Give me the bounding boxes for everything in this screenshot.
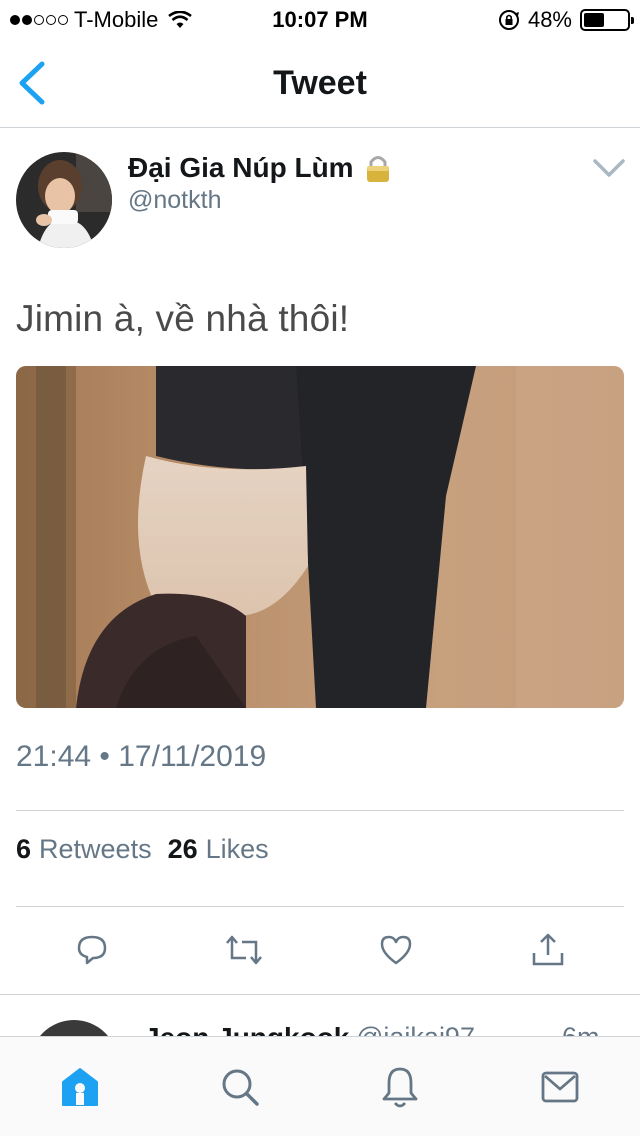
lock-icon	[366, 156, 389, 182]
tweet-stats: 6 Retweets 26 Likes	[16, 834, 269, 865]
avatar[interactable]	[16, 152, 112, 248]
messages-icon	[541, 1071, 579, 1103]
battery-fill	[584, 13, 605, 27]
like-icon	[380, 935, 412, 965]
reply-preview[interactable]: Jeon Jungkook @jaikai97 6m	[0, 996, 640, 1036]
retweets-stat[interactable]: 6 Retweets	[16, 834, 152, 865]
chevron-down-icon[interactable]	[592, 156, 626, 180]
likes-stat[interactable]: 26 Likes	[168, 834, 269, 865]
tweet-text: Jimin à, về nhà thôi!	[16, 298, 350, 339]
notifications-icon	[382, 1067, 418, 1108]
reply-time: 6m	[562, 1022, 600, 1036]
likes-label: Likes	[205, 834, 269, 864]
divider	[16, 906, 624, 907]
share-icon	[532, 933, 564, 966]
user-handle[interactable]: @notkth	[128, 186, 221, 215]
battery-percent: 48%	[527, 7, 572, 32]
divider	[0, 994, 640, 995]
likes-count: 26	[167, 834, 198, 864]
tab-notifications[interactable]	[378, 1065, 422, 1109]
nav-bar: Tweet	[0, 40, 640, 128]
tab-messages[interactable]	[538, 1065, 582, 1109]
tab-bar	[0, 1036, 640, 1136]
home-icon	[62, 1068, 98, 1106]
retweets-count: 6	[16, 834, 32, 864]
battery-icon	[580, 9, 634, 31]
reply-icon	[77, 935, 107, 965]
tweet-photo[interactable]	[16, 366, 624, 708]
retweet-icon	[226, 935, 262, 965]
display-name-text: Đại Gia Núp Lùm	[128, 152, 354, 183]
reply-avatar[interactable]	[30, 1020, 118, 1036]
rotation-lock-icon	[498, 10, 519, 30]
display-name[interactable]: Đại Gia Núp Lùm	[128, 152, 394, 184]
retweets-label: Retweets	[39, 834, 152, 864]
page-title: Tweet	[273, 64, 367, 102]
tab-home[interactable]	[58, 1065, 102, 1109]
search-icon	[222, 1069, 259, 1106]
like-button[interactable]	[376, 930, 416, 970]
retweet-button[interactable]	[224, 930, 264, 970]
status-bar: T-Mobile 10:07 PM 48%	[0, 0, 640, 40]
reply-author-handle: @jaikai97	[356, 1022, 475, 1036]
reply-author-name: Jeon Jungkook	[144, 1022, 349, 1036]
share-button[interactable]	[528, 930, 568, 970]
divider	[16, 810, 624, 811]
reply-button[interactable]	[72, 930, 112, 970]
status-right: 48%	[498, 7, 634, 33]
tab-search[interactable]	[218, 1065, 262, 1109]
tweet-timestamp: 21:44 • 17/11/2019	[16, 740, 267, 773]
